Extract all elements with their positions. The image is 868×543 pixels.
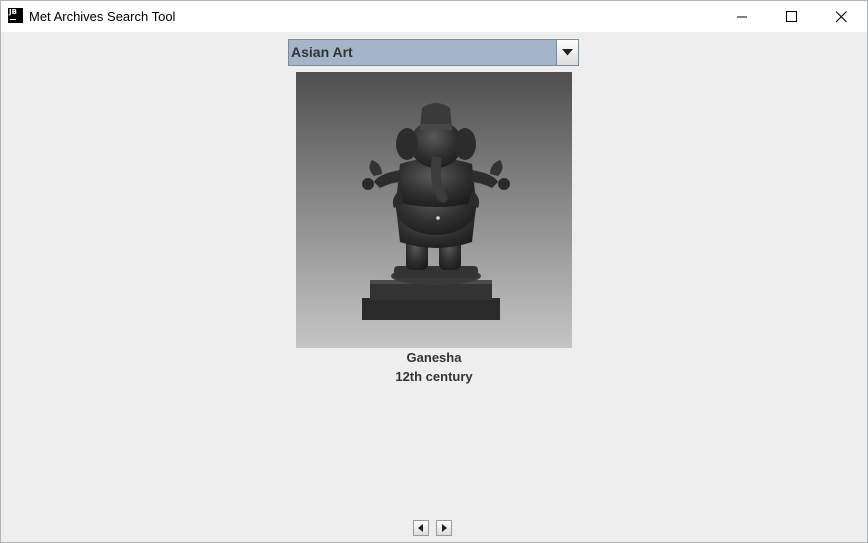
app-icon: JB <box>8 8 23 23</box>
title-bar[interactable]: JB Met Archives Search Tool <box>1 1 867 32</box>
ganesha-statue-illustration <box>362 103 510 320</box>
maximize-button[interactable] <box>768 1 814 32</box>
department-select-value: Asian Art <box>291 44 353 60</box>
close-button[interactable] <box>818 1 864 32</box>
close-icon <box>835 11 847 23</box>
minimize-button[interactable] <box>719 1 765 32</box>
app-icon-label: JB <box>9 8 17 16</box>
app-icon-underline <box>10 19 16 20</box>
artwork-image <box>296 72 572 348</box>
arrow-right-icon <box>442 524 447 532</box>
app-window: JB Met Archives Search Tool Asian Art Ga… <box>0 0 868 543</box>
next-button[interactable] <box>436 520 452 536</box>
minimize-icon <box>737 16 747 18</box>
chevron-down-icon <box>562 49 573 56</box>
maximize-icon <box>786 11 797 22</box>
department-dropdown-button[interactable] <box>556 40 578 65</box>
previous-button[interactable] <box>413 520 429 536</box>
window-title: Met Archives Search Tool <box>29 9 176 24</box>
artwork-date: 12th century <box>395 369 473 384</box>
artwork-title: Ganesha <box>406 350 462 365</box>
department-select[interactable]: Asian Art <box>288 39 579 66</box>
arrow-left-icon <box>418 524 423 532</box>
